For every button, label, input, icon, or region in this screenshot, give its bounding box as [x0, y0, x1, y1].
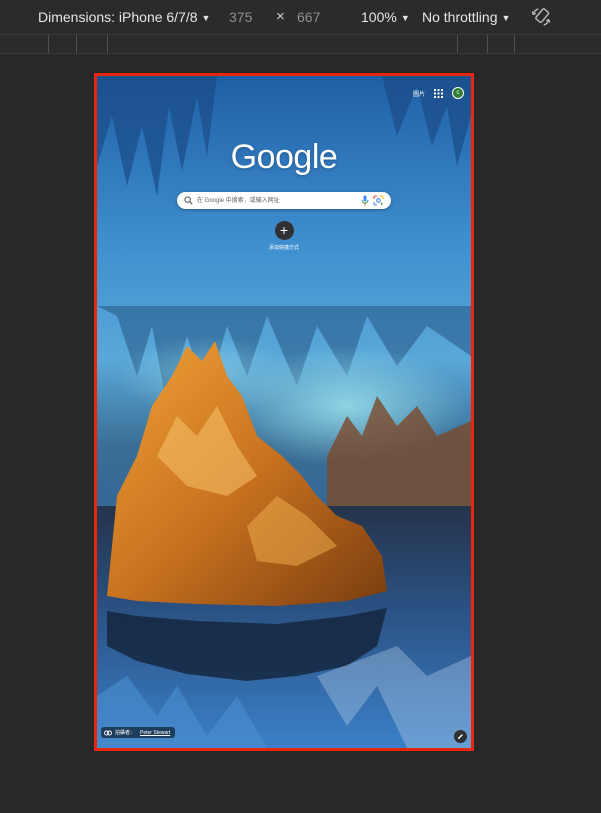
device-viewport: 圖片 c Google 在 Google 中搜索，或输入网址 + 添加快捷方式 …	[94, 73, 474, 751]
new-tab-page: 圖片 c Google 在 Google 中搜索，或输入网址 + 添加快捷方式 …	[97, 76, 471, 748]
throttling-select-label: No throttling	[422, 9, 498, 25]
add-shortcut-button[interactable]: + 添加快捷方式	[262, 221, 306, 251]
add-shortcut-label: 添加快捷方式	[268, 245, 299, 251]
ruler-tick	[487, 35, 488, 53]
zoom-select-label: 100%	[361, 9, 397, 25]
plus-icon: +	[274, 221, 294, 240]
device-select[interactable]: Dimensions: iPhone 6/7/8 ▼	[38, 0, 210, 34]
height-input[interactable]: 667	[297, 0, 320, 34]
microphone-icon[interactable]	[360, 195, 370, 206]
search-box[interactable]	[177, 192, 391, 209]
device-select-label: Dimensions: iPhone 6/7/8	[38, 9, 198, 25]
chevron-down-icon: ▼	[201, 13, 211, 23]
ruler-tick	[457, 35, 458, 53]
width-input[interactable]: 375	[229, 0, 252, 34]
link-icon	[104, 730, 112, 735]
ruler-tick	[107, 35, 108, 53]
photo-attribution[interactable]: 拍攝者： Peter Stewart	[101, 727, 176, 738]
google-logo: Google	[230, 138, 338, 176]
ruler-tick	[76, 35, 77, 53]
lens-icon[interactable]	[373, 195, 384, 206]
ruler-tick	[48, 35, 49, 53]
zoom-select[interactable]: 100% ▼	[361, 0, 410, 34]
rotate-icon[interactable]	[530, 6, 552, 28]
chevron-down-icon: ▼	[400, 13, 410, 23]
throttling-select[interactable]: No throttling ▼	[422, 0, 510, 34]
top-links: 圖片 c	[413, 85, 464, 101]
attribution-author-link[interactable]: Peter Stewart	[140, 730, 170, 736]
media-query-ruler[interactable]	[0, 35, 601, 54]
dimension-separator: ×	[276, 8, 285, 25]
customize-button[interactable]	[454, 730, 467, 743]
search-icon	[184, 196, 193, 205]
pencil-icon	[457, 734, 463, 740]
chevron-down-icon: ▼	[501, 13, 511, 23]
ruler-tick	[514, 35, 515, 53]
search-input[interactable]	[197, 192, 357, 209]
devtools-device-toolbar: Dimensions: iPhone 6/7/8 ▼ 375 × 667 100%…	[0, 0, 601, 35]
apps-grid-icon[interactable]	[434, 88, 443, 98]
account-avatar[interactable]: c	[452, 87, 464, 99]
images-link[interactable]: 圖片	[413, 89, 425, 98]
attribution-prefix: 拍攝者：	[115, 730, 136, 736]
